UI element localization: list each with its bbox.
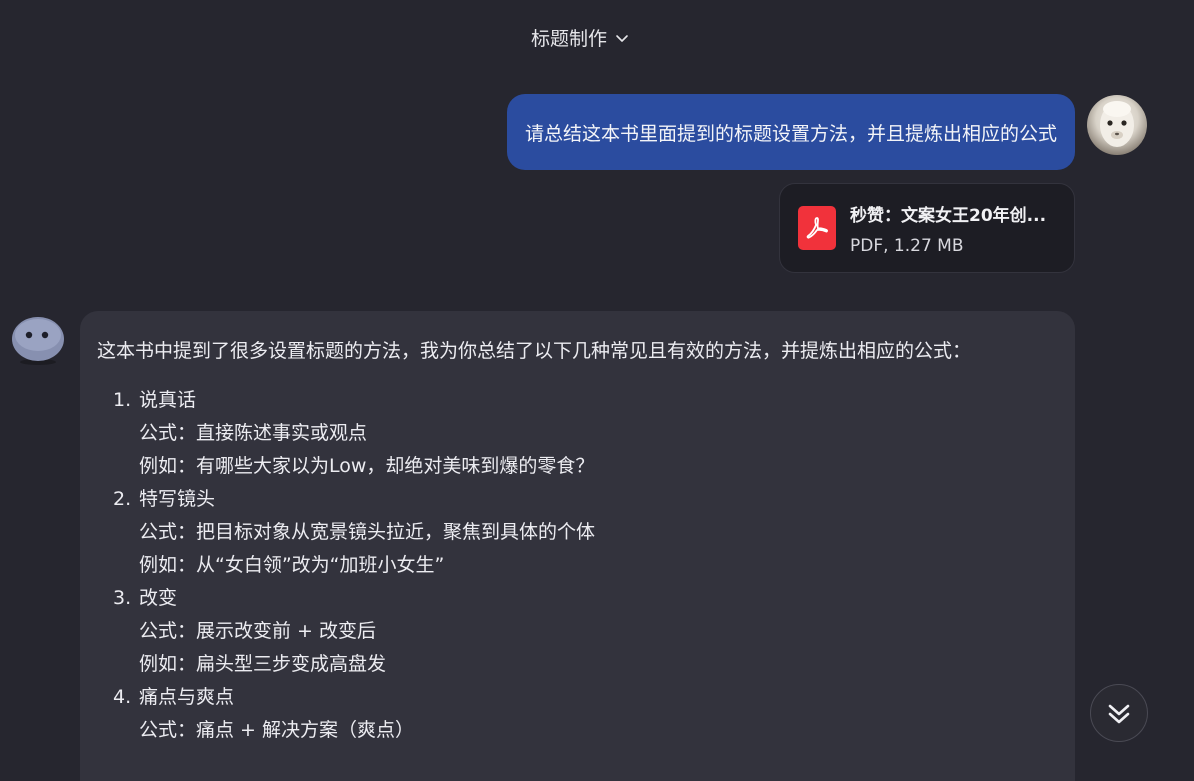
list-item-number: 1.	[113, 389, 132, 411]
user-message-bubble: 请总结这本书里面提到的标题设置方法，并且提炼出相应的公式	[506, 94, 1075, 170]
pdf-attachment-card[interactable]: 秒赞：文案女王20年创... PDF, 1.27 MB	[779, 183, 1075, 273]
method-example: 例如：扁头型三步变成高盘发	[139, 653, 387, 675]
list-item: 3. 改变 公式：展示改变前 + 改变后 例如：扁头型三步变成高盘发	[97, 582, 1057, 681]
user-message-text: 请总结这本书里面提到的标题设置方法，并且提炼出相应的公式	[524, 122, 1057, 145]
attachment-file-meta: PDF, 1.27 MB	[850, 235, 964, 256]
assistant-message-bubble: 这本书中提到了很多设置标题的方法，我为你总结了以下几种常见且有效的方法，并提炼出…	[80, 311, 1075, 781]
list-item: 2. 特写镜头 公式：把目标对象从宽景镜头拉近，聚焦到具体的个体 例如：从“女白…	[97, 483, 1057, 582]
assistant-intro-text: 这本书中提到了很多设置标题的方法，我为你总结了以下几种常见且有效的方法，并提炼出…	[97, 340, 972, 362]
chat-page: 标题制作 请总结这本书里面提到的标题设置方法，并且提炼出相应的公式 秒赞：文案女…	[0, 0, 1194, 781]
conversation-title-dropdown[interactable]: 标题制作	[0, 24, 1160, 51]
method-title: 改变	[139, 587, 178, 609]
list-item-number: 2.	[113, 488, 132, 510]
pdf-attachment-info: 秒赞：文案女王20年创... PDF, 1.27 MB	[850, 201, 1060, 256]
list-item-number: 4.	[113, 686, 132, 708]
method-example: 例如：有哪些大家以为Low，却绝对美味到爆的零食？	[139, 455, 595, 477]
list-item-number: 3.	[113, 587, 132, 609]
method-example: 例如：从“女白领”改为“加班小女生”	[139, 554, 445, 576]
attachment-file-name: 秒赞：文案女王20年创...	[850, 205, 1047, 226]
double-chevron-down-icon	[1108, 704, 1130, 724]
method-title: 特写镜头	[139, 488, 216, 510]
method-formula: 公式：把目标对象从宽景镜头拉近，聚焦到具体的个体	[139, 521, 596, 543]
method-formula: 公式：展示改变前 + 改变后	[139, 620, 376, 642]
method-list: 1. 说真话 公式：直接陈述事实或观点 例如：有哪些大家以为Low，却绝对美味到…	[97, 384, 1057, 747]
list-item: 4. 痛点与爽点 公式：痛点 + 解决方案（爽点）	[97, 681, 1057, 747]
conversation-title: 标题制作	[530, 28, 607, 50]
scroll-to-bottom-button[interactable]	[1090, 684, 1148, 742]
alpaca-avatar-image	[1100, 101, 1134, 147]
chevron-down-icon	[616, 34, 628, 42]
method-title: 说真话	[139, 389, 197, 411]
method-formula: 公式：直接陈述事实或观点	[139, 422, 368, 444]
user-avatar	[1087, 95, 1147, 155]
method-title: 痛点与爽点	[139, 686, 235, 708]
list-item: 1. 说真话 公式：直接陈述事实或观点 例如：有哪些大家以为Low，却绝对美味到…	[97, 384, 1057, 483]
method-formula: 公式：痛点 + 解决方案（爽点）	[139, 719, 414, 741]
assistant-avatar	[11, 315, 65, 365]
bot-face-icon	[12, 317, 64, 365]
pdf-icon	[798, 206, 836, 250]
